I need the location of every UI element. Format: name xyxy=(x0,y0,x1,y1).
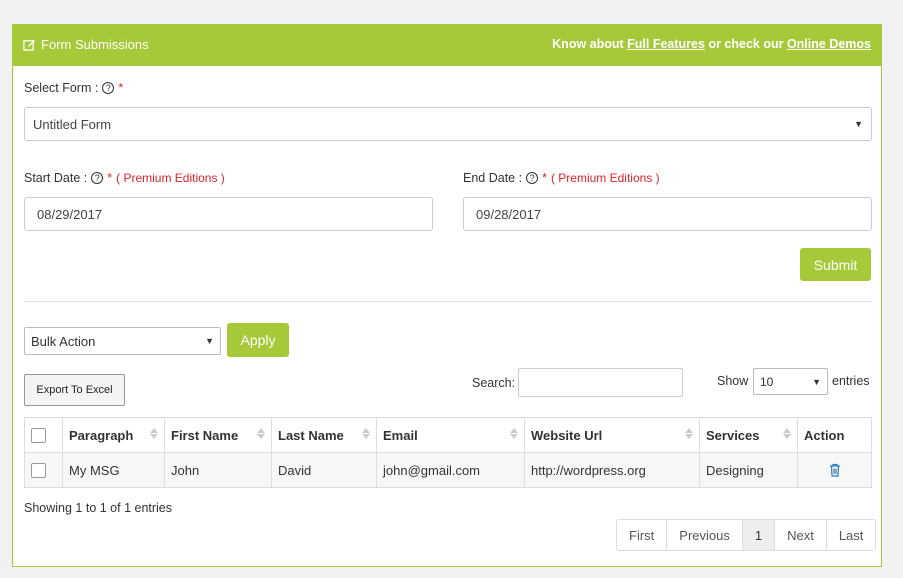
cell-email: john@gmail.com xyxy=(376,452,525,488)
sort-icon xyxy=(685,428,693,439)
sort-icon xyxy=(257,428,265,439)
online-demos-link[interactable]: Online Demos xyxy=(787,37,871,51)
end-date-label-text: End Date : xyxy=(463,171,523,185)
show-label: Show xyxy=(717,374,749,388)
sort-icon xyxy=(510,428,518,439)
entries-per-page-value: 10 xyxy=(760,374,774,389)
column-header-label: Action xyxy=(804,427,845,443)
form-submissions-panel: Form Submissions Know about Full Feature… xyxy=(12,24,882,567)
pagination-first[interactable]: First xyxy=(617,520,668,550)
required-marker: * xyxy=(107,171,113,185)
sort-icon xyxy=(783,428,791,439)
header-links: Know about Full Features or check our On… xyxy=(552,37,871,51)
end-date-label: End Date : ? * ( Premium Editions ) xyxy=(463,171,660,185)
select-all-checkbox[interactable] xyxy=(31,428,46,444)
end-date-input[interactable]: 09/28/2017 xyxy=(463,197,872,231)
column-header-first-name[interactable]: First Name xyxy=(164,417,272,453)
table-header-row: Paragraph First Name Last Name Email Web… xyxy=(24,417,872,453)
premium-note: ( Premium Editions ) xyxy=(116,171,225,185)
pagination-previous[interactable]: Previous xyxy=(667,520,743,550)
bulk-action-value: Bulk Action xyxy=(31,333,96,349)
caret-down-icon: ▼ xyxy=(812,376,821,387)
select-form-dropdown[interactable]: Untitled Form ▼ xyxy=(24,107,872,141)
caret-down-icon: ▼ xyxy=(854,119,863,129)
panel-title: Form Submissions xyxy=(23,37,149,52)
column-header-label: Paragraph xyxy=(69,427,134,443)
sort-icon xyxy=(362,428,370,439)
column-header-label: Website Url xyxy=(531,427,603,443)
cell-website: http://wordpress.org xyxy=(524,452,700,488)
required-marker: * xyxy=(118,81,124,95)
sort-icon xyxy=(150,428,158,439)
start-date-label-text: Start Date : xyxy=(24,171,88,185)
required-marker: * xyxy=(542,171,547,185)
entries-info: Showing 1 to 1 of 1 entries xyxy=(24,501,173,515)
column-header-last-name[interactable]: Last Name xyxy=(271,417,377,453)
select-form-label: Select Form : ? * xyxy=(24,81,123,95)
search-label: Search: xyxy=(472,376,516,390)
premium-note: ( Premium Editions ) xyxy=(550,171,660,185)
cell-action xyxy=(797,452,872,488)
column-header-services[interactable]: Services xyxy=(699,417,798,453)
or-check-text: or check our xyxy=(708,37,784,51)
apply-button[interactable]: Apply xyxy=(227,323,289,357)
submissions-table: Paragraph First Name Last Name Email Web… xyxy=(24,417,872,488)
pagination-next[interactable]: Next xyxy=(775,520,827,550)
row-checkbox[interactable] xyxy=(31,463,46,479)
select-form-value: Untitled Form xyxy=(33,116,112,132)
start-date-label: Start Date : ? * ( Premium Editions ) xyxy=(24,171,225,185)
bulk-action-select[interactable]: Bulk Action ▼ xyxy=(24,327,221,355)
help-icon[interactable]: ? xyxy=(526,172,539,184)
column-header-website-url[interactable]: Website Url xyxy=(524,417,700,453)
column-header-action: Action xyxy=(797,417,872,453)
help-icon[interactable]: ? xyxy=(91,172,104,184)
trash-icon[interactable] xyxy=(804,463,865,477)
caret-down-icon: ▼ xyxy=(205,336,214,346)
cell-first-name: John xyxy=(164,452,272,488)
column-header-paragraph[interactable]: Paragraph xyxy=(62,417,165,453)
column-header-email[interactable]: Email xyxy=(376,417,525,453)
column-header-label: First Name xyxy=(171,427,239,443)
panel-header: Form Submissions Know about Full Feature… xyxy=(13,25,881,66)
column-header-label: Last Name xyxy=(278,427,344,443)
entries-per-page-select[interactable]: 10 ▼ xyxy=(753,368,828,395)
pagination-last[interactable]: Last xyxy=(827,520,876,550)
select-form-label-text: Select Form : xyxy=(24,81,99,95)
cell-services: Designing xyxy=(699,452,798,488)
pagination-page-1[interactable]: 1 xyxy=(742,520,776,550)
divider xyxy=(24,301,872,302)
help-icon[interactable]: ? xyxy=(102,82,115,94)
column-header-label: Services xyxy=(706,427,760,443)
column-header-label: Email xyxy=(383,427,418,443)
cell-paragraph: My MSG xyxy=(62,452,165,488)
know-about-text: Know about xyxy=(552,37,624,51)
search-input[interactable] xyxy=(518,368,683,397)
table-row: My MSG John David john@gmail.com http://… xyxy=(24,452,872,488)
end-date-value: 09/28/2017 xyxy=(476,206,542,222)
submit-button[interactable]: Submit xyxy=(800,248,871,281)
edit-icon xyxy=(23,39,36,51)
panel-title-text: Form Submissions xyxy=(41,37,149,52)
start-date-input[interactable]: 08/29/2017 xyxy=(24,197,433,231)
start-date-value: 08/29/2017 xyxy=(37,206,103,222)
row-select-cell xyxy=(24,452,63,488)
cell-last-name: David xyxy=(271,452,377,488)
select-all-cell xyxy=(24,417,63,453)
pagination: First Previous 1 Next Last xyxy=(616,519,877,551)
full-features-link[interactable]: Full Features xyxy=(627,37,705,51)
entries-label: entries xyxy=(832,374,870,388)
export-excel-button[interactable]: Export To Excel xyxy=(24,374,125,406)
